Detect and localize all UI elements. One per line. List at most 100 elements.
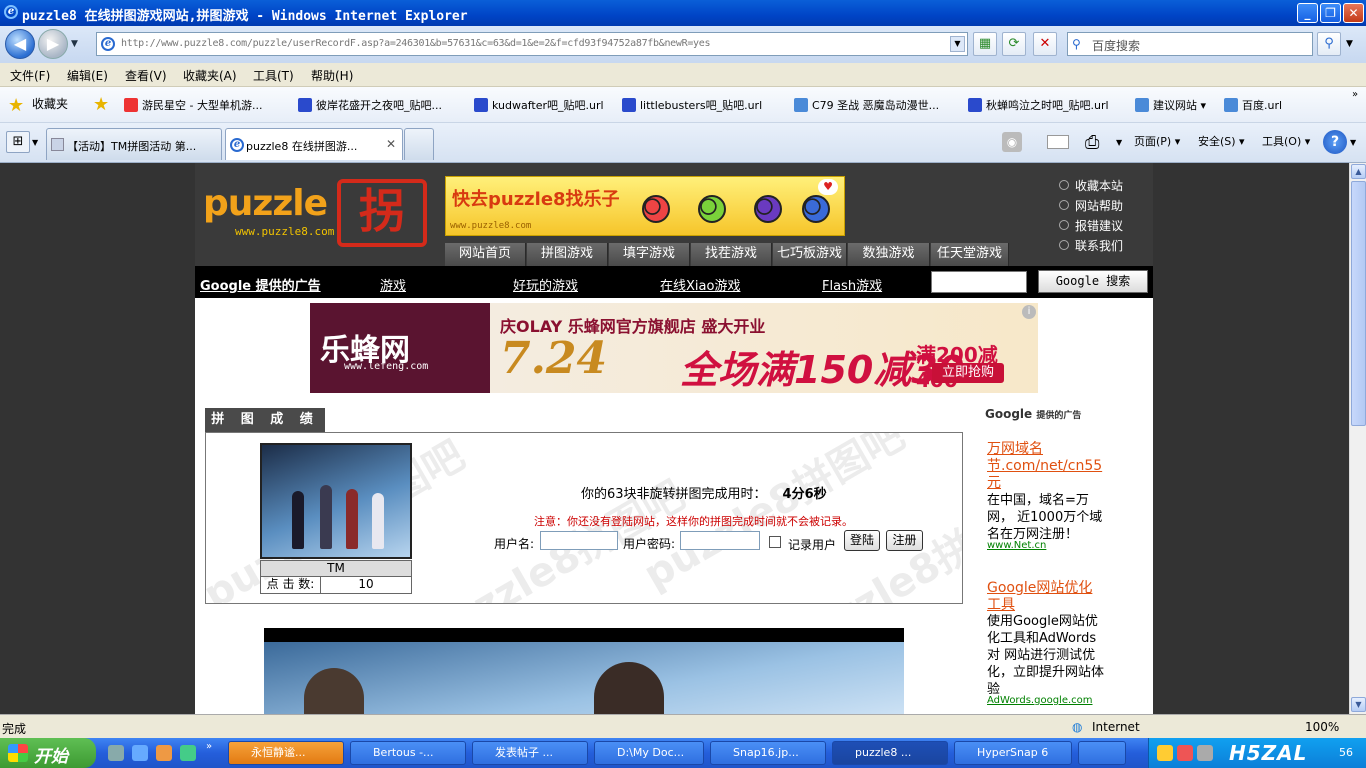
tray-icon[interactable] [1157, 745, 1173, 761]
history-dropdown-icon[interactable]: ▼ [71, 39, 78, 49]
task-item[interactable]: Snap16.jp... [710, 741, 826, 765]
task-item[interactable]: Bertous -... [350, 741, 466, 765]
task-keyboard-icon[interactable] [1078, 741, 1126, 765]
nav-sudoku[interactable]: 数独游戏 [848, 243, 930, 266]
add-favorite-icon[interactable]: ★ [93, 94, 109, 115]
new-tab-button[interactable] [404, 128, 434, 160]
username-field[interactable] [540, 531, 618, 550]
link-bookmark-site[interactable]: 收藏本站 [1058, 177, 1123, 194]
nav-jigsaw[interactable]: 拼图游戏 [527, 243, 608, 266]
favbar-overflow-icon[interactable]: » [1352, 89, 1358, 100]
minimize-button[interactable]: _ [1297, 3, 1318, 23]
nav-home[interactable]: 网站首页 [445, 243, 526, 266]
task-item[interactable]: HyperSnap 6 [954, 741, 1072, 765]
ad-link-fun-games[interactable]: 好玩的游戏 [513, 275, 578, 294]
tools-menu[interactable]: 工具(O) ▾ [1262, 133, 1310, 149]
address-field[interactable]: e http://www.puzzle8.com/puzzle/userReco… [96, 32, 968, 56]
close-button[interactable]: ✕ [1343, 3, 1364, 23]
back-button[interactable]: ◀ [5, 29, 35, 59]
nav-crossword[interactable]: 填字游戏 [609, 243, 690, 266]
link-contact-us[interactable]: 联系我们 [1058, 237, 1123, 254]
vertical-scrollbar[interactable]: ▲ ▼ [1349, 163, 1366, 714]
nav-tangram[interactable]: 七巧板游戏 [773, 243, 847, 266]
compat-view-icon[interactable]: ▦ [973, 32, 997, 56]
clock[interactable]: 56 [1339, 746, 1353, 759]
login-button[interactable]: 登陆 [844, 530, 880, 551]
forward-button[interactable]: ▶ [38, 29, 68, 59]
fav-item-suggested-sites[interactable]: 建议网站 ▾ [1135, 97, 1206, 113]
link-site-help[interactable]: 网站帮助 [1058, 197, 1123, 214]
mail-icon[interactable] [1047, 135, 1069, 149]
quicklaunch-ie-icon[interactable] [132, 745, 148, 761]
quick-tabs-icon[interactable]: ⊞ [6, 131, 30, 153]
ad-link-online-games[interactable]: 在线Xiao游戏 [660, 275, 740, 294]
scroll-thumb[interactable] [1351, 181, 1366, 426]
task-item[interactable]: 发表帖子 ... [472, 741, 588, 765]
nav-spot-difference[interactable]: 找茬游戏 [691, 243, 772, 266]
side-ad-title[interactable]: Google网站优化工具 [987, 580, 1099, 614]
task-item[interactable]: D:\My Doc... [594, 741, 704, 765]
register-button[interactable]: 注册 [886, 530, 923, 551]
menu-edit[interactable]: 编辑(E) [67, 67, 108, 84]
fav-item-higanbana[interactable]: 彼岸花盛开之夜吧_贴吧... [298, 97, 442, 113]
puzzle-thumbnail[interactable] [260, 443, 412, 559]
task-item-active[interactable]: puzzle8 ... [832, 741, 948, 765]
quicklaunch-app-icon[interactable] [180, 745, 196, 761]
ad-link-games[interactable]: 游戏 [380, 275, 406, 294]
fav-item-gamersky[interactable]: 游民星空 - 大型单机游... [124, 97, 262, 113]
tab-tm-activity[interactable]: 【活动】TM拼图活动 第... [46, 128, 222, 160]
start-button[interactable]: 开始 [0, 738, 96, 768]
print-dropdown-icon[interactable]: ▼ [1116, 138, 1122, 147]
print-icon[interactable]: ⎙ [1085, 132, 1099, 153]
side-ad-url[interactable]: www.Net.cn [987, 540, 1046, 551]
lefeng-ad-banner[interactable]: 乐蜂网 www.lefeng.com 庆OLAY 乐蜂网官方旗舰店 盛大开业 7… [310, 303, 1038, 393]
site-logo[interactable]: puzzle [203, 183, 328, 224]
tab-list-dropdown-icon[interactable]: ▼ [32, 138, 38, 147]
tab-puzzle8[interactable]: e puzzle8 在线拼图游... ✕ [225, 128, 403, 160]
fav-item-kudwafter[interactable]: kudwafter吧_贴吧.url [474, 97, 604, 113]
refresh-icon[interactable]: ⟳ [1002, 32, 1026, 56]
menu-file[interactable]: 文件(F) [10, 67, 50, 84]
tray-icon[interactable] [1177, 745, 1193, 761]
rss-feed-icon[interactable]: ◉ [1002, 132, 1022, 152]
tab-close-icon[interactable]: ✕ [386, 137, 396, 151]
scroll-up-icon[interactable]: ▲ [1351, 164, 1366, 179]
search-options-icon[interactable]: ▼ [1346, 39, 1353, 49]
favorites-button[interactable]: ★ 收藏夹 [8, 95, 68, 116]
scroll-down-icon[interactable]: ▼ [1351, 697, 1366, 712]
menu-tools[interactable]: 工具(T) [253, 67, 294, 84]
zoom-level[interactable]: 100% [1305, 720, 1339, 734]
stop-icon[interactable]: ✕ [1033, 32, 1057, 56]
maximize-button[interactable]: ❐ [1320, 3, 1341, 23]
quicklaunch-desktop-icon[interactable] [108, 745, 124, 761]
menu-favorites[interactable]: 收藏夹(A) [183, 67, 237, 84]
header-banner[interactable]: 快去puzzle8找乐子 www.puzzle8.com ♥ [445, 176, 845, 236]
ad-info-icon[interactable]: i [1022, 305, 1036, 319]
help-icon[interactable]: ? [1323, 130, 1347, 154]
google-search-input[interactable] [931, 271, 1027, 293]
search-input[interactable]: ⚲ 百度搜索 [1067, 32, 1313, 56]
nav-nintendo[interactable]: 任天堂游戏 [931, 243, 1009, 266]
search-go-icon[interactable]: ⚲ [1317, 32, 1341, 56]
help-dropdown-icon[interactable]: ▼ [1350, 138, 1356, 147]
ad-cta-button[interactable]: 立即抢购 [932, 363, 1004, 383]
task-item[interactable]: 永恒静谧... [228, 741, 344, 765]
fav-item-littlebusters[interactable]: littlebusters吧_贴吧.url [622, 97, 762, 113]
side-ad-url[interactable]: AdWords.google.com [987, 695, 1093, 706]
address-dropdown-icon[interactable]: ▼ [950, 36, 965, 52]
quicklaunch-overflow-icon[interactable]: » [206, 741, 212, 752]
fav-item-baidu[interactable]: 百度.url [1224, 97, 1282, 113]
page-menu[interactable]: 页面(P) ▾ [1134, 133, 1180, 149]
menu-view[interactable]: 查看(V) [125, 67, 167, 84]
google-search-button[interactable]: Google 搜索 [1038, 270, 1148, 293]
fav-item-higurashi[interactable]: 秋蝉鸣泣之时吧_贴吧.url [968, 97, 1109, 113]
safety-menu[interactable]: 安全(S) ▾ [1198, 133, 1245, 149]
ad-link-flash-games[interactable]: Flash游戏 [822, 275, 882, 294]
volume-icon[interactable] [1197, 745, 1213, 761]
password-field[interactable] [680, 531, 760, 550]
side-ad-title[interactable]: 万网域名节.com/net/cn55元 [987, 441, 1102, 492]
google-ads-label[interactable]: Google 提供的广告 [200, 275, 321, 294]
menu-help[interactable]: 帮助(H) [311, 67, 353, 84]
remember-checkbox[interactable] [769, 536, 781, 548]
quicklaunch-app-icon[interactable] [156, 745, 172, 761]
